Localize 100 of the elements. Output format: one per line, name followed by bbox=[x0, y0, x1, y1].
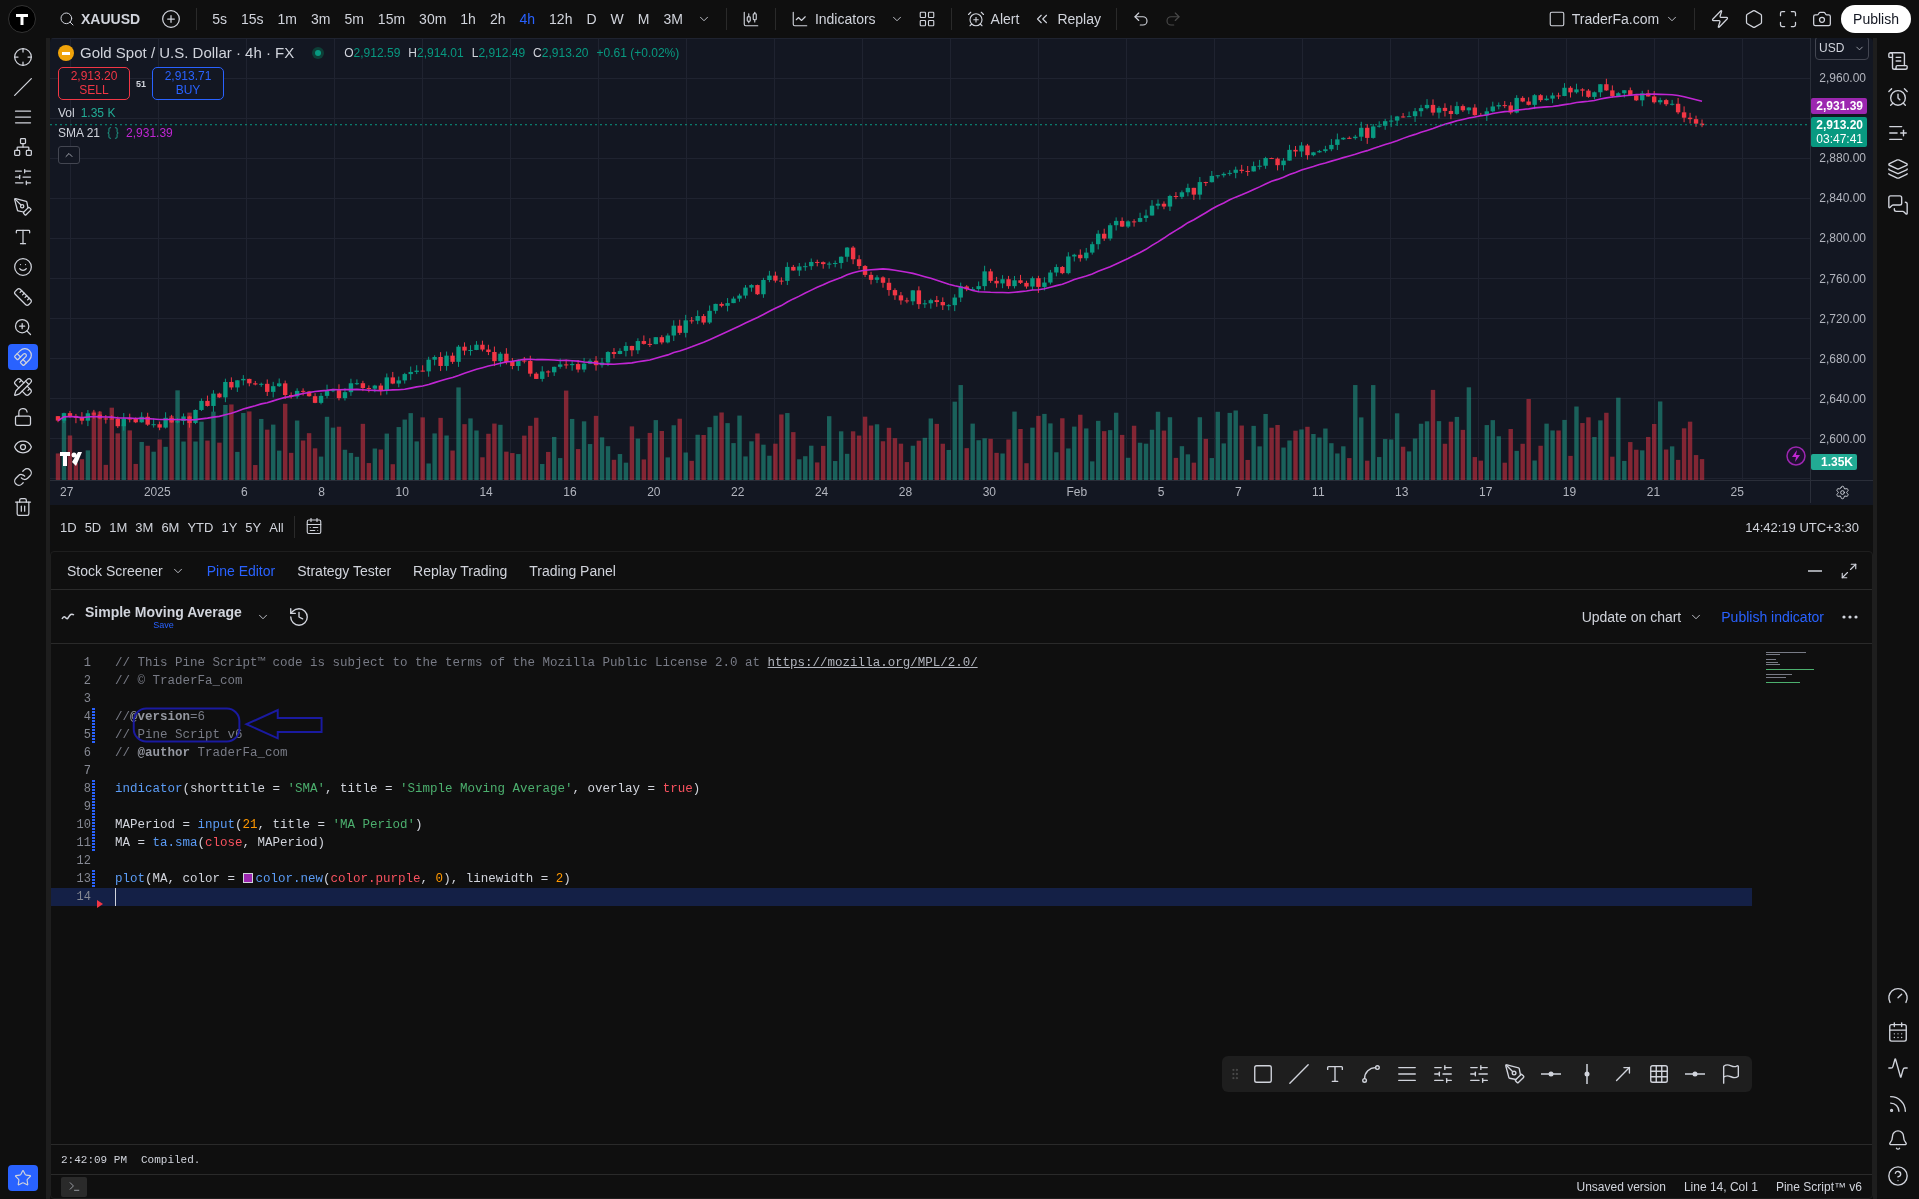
settings-icon[interactable] bbox=[1834, 484, 1850, 500]
bell-icon[interactable] bbox=[1887, 1129, 1909, 1151]
code-line: indicator(shorttitle = 'SMA', title = 'Simple Moving Average', overlay = true) bbox=[115, 781, 701, 798]
volume-value: 1.35 K bbox=[80, 106, 116, 120]
flag-icon bbox=[1720, 1063, 1742, 1085]
console-message: Compiled. bbox=[141, 1153, 201, 1166]
publish-indicator-button[interactable]: Publish indicator bbox=[1717, 606, 1828, 627]
ohlc-value: L2,912.49 bbox=[471, 45, 526, 60]
broadcast-icon[interactable] bbox=[1887, 1093, 1909, 1115]
price-tick: 2,640.00 bbox=[1819, 391, 1866, 406]
chat-icon[interactable] bbox=[1887, 194, 1909, 216]
time-label: 17 bbox=[1478, 485, 1493, 499]
price-tick: 2,960.00 bbox=[1819, 71, 1866, 85]
rectangle-icon bbox=[1252, 1063, 1274, 1085]
indicator-value: 2,931.39 bbox=[126, 126, 173, 140]
buy-button[interactable]: 2,913.71 BUY bbox=[152, 67, 224, 100]
update-on-chart-button[interactable]: Update on chart bbox=[1577, 606, 1708, 627]
range-button[interactable]: 5Y bbox=[241, 515, 266, 539]
console-time: 2:42:09 PM bbox=[61, 1153, 127, 1166]
panel-tab[interactable]: Pine Editor bbox=[200, 558, 282, 583]
time-label: 5 bbox=[1157, 485, 1165, 499]
time-label: 13 bbox=[1395, 485, 1409, 499]
wave-icon bbox=[61, 611, 75, 622]
license-link[interactable]: https://mozilla.org/MPL/2.0/ bbox=[767, 656, 978, 670]
interval-button[interactable]: 1m bbox=[272, 7, 302, 31]
currency-dropdown[interactable]: USD bbox=[1815, 38, 1869, 60]
interval-button[interactable]: 4h bbox=[514, 7, 541, 31]
range-button[interactable]: 1M bbox=[105, 515, 132, 539]
symbol-search-button[interactable]: XAUUSD bbox=[54, 7, 153, 31]
interval-button[interactable]: 2h bbox=[484, 7, 511, 31]
time-label: 21 bbox=[1646, 485, 1661, 499]
console-toggle-button[interactable] bbox=[61, 1176, 87, 1197]
line-number: 5 bbox=[82, 728, 91, 742]
layers-icon[interactable] bbox=[1887, 158, 1909, 180]
smiley-icon bbox=[13, 257, 33, 277]
range-button[interactable]: YTD bbox=[183, 515, 218, 539]
line-number: 2 bbox=[82, 674, 91, 688]
app-logo[interactable] bbox=[8, 5, 36, 33]
range-button[interactable]: 5D bbox=[80, 515, 106, 539]
favorites-button[interactable] bbox=[8, 1165, 38, 1191]
code-line: // © TraderFa_com bbox=[115, 673, 243, 690]
star-icon bbox=[14, 1169, 32, 1187]
interval-button[interactable]: 3M bbox=[658, 7, 688, 31]
panel-tab[interactable]: Strategy Tester bbox=[291, 558, 398, 583]
line-number: 12 bbox=[75, 854, 91, 868]
clock-text: 14:42:19 UTC+3:30 bbox=[1745, 519, 1860, 535]
chart-line-icon[interactable] bbox=[1887, 1057, 1909, 1079]
code-line: // This Pine Script™ code is subject to the terms of the Mozilla Public License 2.0 at https://mozilla.org/MPL/2.0/ bbox=[115, 655, 978, 672]
range-button[interactable]: All bbox=[265, 515, 288, 539]
range-button[interactable]: 1Y bbox=[217, 515, 242, 539]
interval-button[interactable]: D bbox=[581, 7, 602, 31]
panel-tab[interactable]: Replay Trading bbox=[407, 558, 514, 583]
zoom-in-icon bbox=[13, 317, 33, 337]
redo-icon bbox=[1164, 10, 1182, 28]
replay-button[interactable]: Replay bbox=[1028, 6, 1106, 32]
watchlist-icon[interactable] bbox=[1887, 50, 1909, 72]
alert-button[interactable]: Alert bbox=[961, 6, 1025, 32]
script-name-button[interactable]: Simple Moving Average Save bbox=[85, 603, 242, 630]
magnet-button[interactable] bbox=[8, 344, 38, 370]
collapse-legend-button[interactable] bbox=[58, 146, 80, 164]
help-icon[interactable] bbox=[1887, 1165, 1909, 1187]
pen-icon bbox=[1504, 1063, 1526, 1085]
interval-button[interactable]: 5s bbox=[207, 7, 232, 31]
search-icon bbox=[59, 11, 75, 27]
indicator-label: SMA 21 bbox=[58, 126, 101, 140]
interval-button[interactable]: 15s bbox=[235, 7, 269, 31]
history-icon bbox=[287, 605, 310, 628]
curve-icon bbox=[1360, 1063, 1382, 1085]
price-change: +0.61 (+0.02%) bbox=[596, 45, 680, 60]
line-number: 9 bbox=[82, 800, 91, 814]
interval-button[interactable]: W bbox=[605, 7, 629, 31]
ruler-icon bbox=[13, 287, 33, 307]
panel-tab[interactable]: Trading Panel bbox=[523, 558, 622, 583]
time-label: 20 bbox=[647, 485, 661, 499]
range-button[interactable]: 1D bbox=[56, 515, 81, 539]
grid-icon bbox=[917, 10, 936, 28]
text-icon bbox=[1324, 1063, 1346, 1085]
price-tick: 2,600.00 bbox=[1819, 432, 1866, 447]
sell-button[interactable]: 2,913.20 SELL bbox=[58, 67, 130, 100]
line-marker-icon bbox=[97, 900, 103, 908]
text-cursor bbox=[115, 888, 117, 906]
ray-icon bbox=[1685, 1071, 1705, 1077]
interval-button[interactable]: 15m bbox=[372, 7, 411, 31]
interval-button[interactable]: 5m bbox=[339, 7, 369, 31]
interval-button[interactable]: M bbox=[632, 7, 655, 31]
indicators-button[interactable]: Indicators bbox=[785, 6, 881, 32]
market-open-icon bbox=[312, 46, 325, 59]
range-button[interactable]: 6M bbox=[157, 515, 184, 539]
interval-button[interactable]: 12h bbox=[544, 7, 578, 31]
interval-button[interactable]: 3m bbox=[305, 7, 336, 31]
alarm-clock-icon[interactable] bbox=[1887, 86, 1909, 108]
calendar-icon[interactable] bbox=[1887, 1021, 1909, 1043]
interval-button[interactable]: 1h bbox=[455, 7, 481, 31]
time-label: 11 bbox=[1312, 485, 1325, 499]
publish-button[interactable]: Publish bbox=[1841, 5, 1911, 33]
panel-tab[interactable]: Stock Screener bbox=[61, 558, 191, 583]
range-button[interactable]: 3M bbox=[131, 515, 158, 539]
layout-button[interactable]: TraderFa.com bbox=[1542, 6, 1685, 32]
interval-button[interactable]: 30m bbox=[414, 7, 452, 31]
code-minimap bbox=[1766, 652, 1816, 682]
